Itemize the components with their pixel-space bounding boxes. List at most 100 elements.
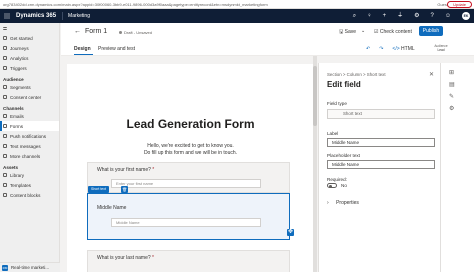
- sidebar-menu-toggle[interactable]: [0, 23, 59, 33]
- url-text[interactable]: org783402dd.crm.dynamics.com/main.aspx?a…: [3, 2, 268, 7]
- first-name-field[interactable]: What is your first name? * Enter your fi…: [87, 162, 290, 193]
- status-text: Draft - Unsaved: [124, 30, 153, 35]
- required-value: No: [341, 183, 347, 188]
- analytics-icon: [3, 56, 7, 60]
- more-channels-icon: [3, 154, 7, 158]
- form-subtitle-line: Do fill up this form and we will be in t…: [143, 150, 238, 156]
- template-icon: [3, 183, 7, 187]
- sidebar-item-journeys[interactable]: Journeys: [0, 43, 59, 53]
- sidebar-item-get-started[interactable]: Get started: [0, 33, 59, 43]
- sidebar-item-label: Journeys: [10, 45, 29, 51]
- settings-icon[interactable]: ⚙: [414, 12, 419, 20]
- browser-update-button[interactable]: Update: [447, 1, 472, 8]
- scrollbar-thumb[interactable]: [313, 66, 317, 126]
- last-name-field[interactable]: What is your last name? *: [87, 250, 290, 272]
- paint-brush-icon[interactable]: ✎: [449, 93, 454, 100]
- sidebar-section-channels: Channels: [3, 106, 24, 111]
- area-switcher[interactable]: RM Real-time marketi...: [0, 262, 60, 272]
- library-icon: [3, 173, 7, 177]
- selected-field-chip[interactable]: Short text: [88, 186, 109, 193]
- delete-icon[interactable]: 🗑: [121, 186, 128, 193]
- sidebar-section-audience: Audience: [3, 77, 24, 82]
- sidebar-item-label: Analytics: [10, 55, 29, 61]
- breadcrumb[interactable]: Section > Column > Short text: [327, 72, 386, 77]
- audience-selector[interactable]: Audience Lead: [431, 44, 451, 52]
- html-button[interactable]: </> HTML: [392, 46, 414, 52]
- search-icon[interactable]: ⌕: [353, 12, 356, 20]
- required-marker: *: [152, 255, 154, 261]
- html-label: HTML: [401, 46, 415, 52]
- layout-icon[interactable]: ▤: [449, 81, 455, 88]
- sidebar-item-label: Consent center: [10, 94, 42, 100]
- avatar[interactable]: EK: [462, 12, 470, 20]
- back-arrow-icon[interactable]: ←: [74, 28, 81, 35]
- chevron-down-icon[interactable]: ⌄: [361, 28, 365, 34]
- properties-section[interactable]: › Properties: [327, 200, 359, 206]
- sidebar-item-text-messages[interactable]: Text messages: [0, 141, 59, 151]
- required-label: Required:: [327, 177, 347, 182]
- form-subtitle-line: Hello, we're excited to get to know you.: [147, 143, 234, 149]
- sidebar-item-more-channels[interactable]: More channels: [0, 151, 59, 161]
- tab-preview-and-test[interactable]: Preview and test: [98, 46, 135, 52]
- trigger-icon: [3, 66, 7, 70]
- chat-icon[interactable]: ☺: [445, 12, 451, 20]
- sidebar-item-segments[interactable]: Segments: [0, 82, 59, 92]
- form-icon: [3, 124, 7, 128]
- sidebar-item-label: Forms: [10, 123, 24, 129]
- sidebar-item-label: Text messages: [10, 143, 41, 149]
- push-icon: [3, 134, 7, 138]
- app-name[interactable]: Dynamics 365: [14, 12, 64, 20]
- label-input[interactable]: Middle Name: [327, 138, 435, 147]
- sidebar-item-push-notifications[interactable]: Push notifications: [0, 131, 59, 141]
- module-name: Marketing: [68, 13, 90, 19]
- edit-field-panel: Section > Column > Short text ✕ Edit fie…: [318, 63, 440, 272]
- required-toggle[interactable]: [327, 183, 337, 188]
- properties-label: Properties: [336, 200, 359, 206]
- tab-design[interactable]: Design: [74, 46, 91, 52]
- form-heading[interactable]: Lead Generation Form: [67, 117, 314, 131]
- required-marker: *: [152, 167, 155, 173]
- add-element-icon[interactable]: ⊞: [449, 69, 454, 76]
- sidebar-item-library[interactable]: Library: [0, 170, 59, 180]
- field-label: Middle Name: [97, 205, 127, 211]
- sidebar-item-triggers[interactable]: Triggers: [0, 63, 59, 73]
- field-label-text: What is your first name?: [97, 167, 151, 173]
- save-button[interactable]: 🖫 Save: [339, 29, 356, 37]
- field-label-text: What is your last name?: [97, 255, 151, 261]
- lightbulb-icon[interactable]: ♀: [367, 12, 372, 20]
- middle-name-field[interactable]: Middle Name Middle Name: [87, 193, 290, 240]
- status-dot-icon: [119, 31, 122, 34]
- check-content-button[interactable]: ☑ Check content: [374, 29, 412, 35]
- close-icon[interactable]: ✕: [429, 71, 434, 78]
- sidebar-item-consent-center[interactable]: Consent center: [0, 92, 59, 102]
- sidebar-item-label: Library: [10, 172, 25, 178]
- sidebar-item-emails[interactable]: Emails: [0, 111, 59, 121]
- canvas-scrollbar[interactable]: [313, 56, 317, 272]
- sidebar-item-content-blocks[interactable]: Content blocks: [0, 190, 59, 200]
- plus-icon[interactable]: +: [383, 12, 387, 20]
- sidebar-item-label: Push notifications: [10, 133, 47, 139]
- sidebar-item-templates[interactable]: Templates: [0, 180, 59, 190]
- settings-icon[interactable]: ⚙: [449, 105, 454, 112]
- help-icon[interactable]: ?: [431, 12, 434, 20]
- form-subtitle[interactable]: Hello, we're excited to get to know you.…: [67, 143, 314, 157]
- panel-title: Edit field: [327, 80, 361, 89]
- first-name-input[interactable]: Enter your first name: [111, 179, 261, 188]
- app-launcher-icon[interactable]: [0, 9, 14, 23]
- undo-icon[interactable]: ↶: [366, 46, 370, 52]
- filter-icon[interactable]: ⏚: [397, 12, 403, 20]
- middle-name-input[interactable]: Middle Name: [111, 218, 261, 227]
- sidebar-item-label: Emails: [10, 113, 24, 119]
- form-title: Form 1: [85, 28, 108, 35]
- placeholder-input[interactable]: Middle Name: [327, 160, 435, 169]
- form-canvas: Lead Generation Form Hello, we're excite…: [61, 56, 315, 272]
- sidebar-item-label: Get started: [10, 35, 33, 41]
- move-handle-icon[interactable]: ✥: [287, 229, 294, 236]
- form-page: Lead Generation Form Hello, we're excite…: [67, 64, 314, 272]
- sidebar: Get started Journeys Analytics Triggers …: [0, 23, 60, 272]
- sidebar-item-forms[interactable]: Forms: [0, 121, 59, 131]
- redo-icon[interactable]: ↷: [379, 46, 383, 52]
- placeholder-label: Placeholder text: [327, 153, 360, 158]
- publish-button[interactable]: Publish: [419, 26, 443, 36]
- sidebar-item-analytics[interactable]: Analytics: [0, 53, 59, 63]
